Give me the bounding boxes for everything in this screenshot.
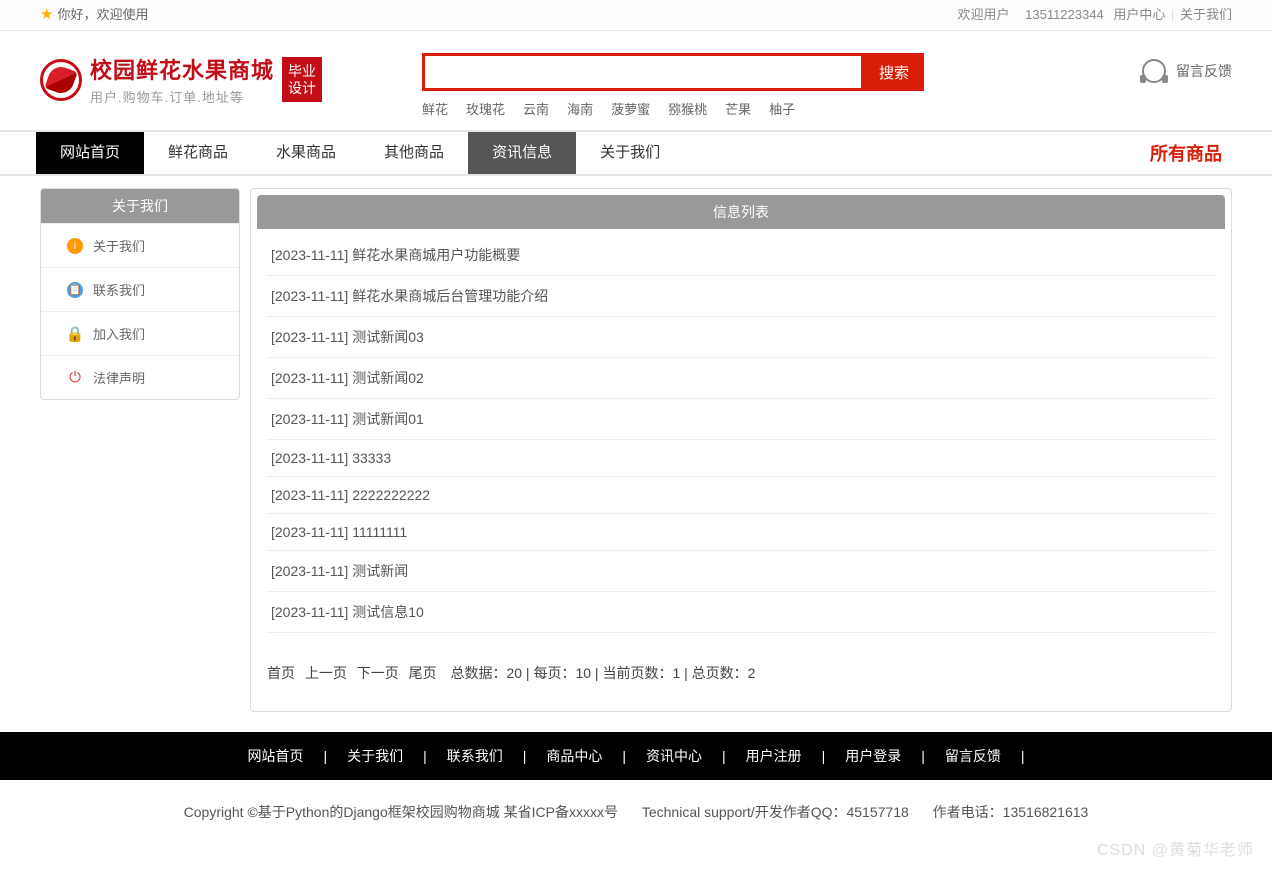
- sidebar-item-about[interactable]: i 关于我们: [41, 223, 239, 267]
- power-icon: ⏻: [67, 370, 83, 386]
- search-hint[interactable]: 鲜花: [422, 99, 448, 118]
- lock-icon: 🔒: [67, 326, 83, 342]
- list-item[interactable]: [2023-11-11] 测试新闻01: [267, 399, 1215, 440]
- search-block: 搜索 鲜花玫瑰花云南海南菠萝蜜猕猴桃芒果柚子: [422, 53, 924, 118]
- welcome-text: 你好，欢迎使用: [57, 0, 148, 30]
- pager-total: 20: [506, 665, 522, 681]
- footer-link[interactable]: 网站首页: [247, 748, 303, 764]
- search-hint[interactable]: 海南: [567, 99, 593, 118]
- search-hint[interactable]: 菠萝蜜: [611, 99, 650, 118]
- about-link[interactable]: 关于我们: [1180, 7, 1232, 22]
- pager-pages: 2: [748, 665, 756, 681]
- feedback-label: 留言反馈: [1176, 61, 1232, 81]
- pagination: 首页 上一页 下一页 尾页 总数据：20 | 每页：10 | 当前页数：1 | …: [251, 633, 1231, 691]
- sidebar-item-label: 联系我们: [93, 280, 145, 299]
- sidebar-item-contact[interactable]: 📋 联系我们: [41, 267, 239, 311]
- content-panel: 信息列表 [2023-11-11] 鲜花水果商城用户功能概要[2023-11-1…: [250, 188, 1232, 712]
- user-label: 欢迎用户: [951, 7, 1015, 22]
- info-icon: i: [67, 238, 83, 254]
- clipboard-icon: 📋: [67, 282, 83, 298]
- sidebar: 关于我们 i 关于我们 📋 联系我们 🔒 加入我们 ⏻ 法律声明: [40, 188, 240, 400]
- pager-prev[interactable]: 上一页: [305, 665, 347, 681]
- list-item[interactable]: [2023-11-11] 鲜花水果商城后台管理功能介绍: [267, 276, 1215, 317]
- footer-link[interactable]: 联系我们: [447, 748, 503, 764]
- search-hint[interactable]: 猕猴桃: [668, 99, 707, 118]
- search-hints: 鲜花玫瑰花云南海南菠萝蜜猕猴桃芒果柚子: [422, 99, 924, 118]
- footer-nav: 网站首页|关于我们|联系我们|商品中心|资讯中心|用户注册|用户登录|留言反馈|: [0, 732, 1272, 780]
- star-icon: ★: [40, 0, 53, 30]
- search-button[interactable]: 搜索: [864, 53, 924, 91]
- site-title: 校园鲜花水果商城: [90, 53, 274, 85]
- pager-next[interactable]: 下一页: [357, 665, 399, 681]
- footer-info: Copyright ©基于Python的Django框架校园购物商城 某省ICP…: [0, 780, 1272, 844]
- footer-link[interactable]: 关于我们: [347, 748, 403, 764]
- list-item[interactable]: [2023-11-11] 测试新闻: [267, 551, 1215, 592]
- search-hint[interactable]: 云南: [523, 99, 549, 118]
- footer-link[interactable]: 用户登录: [845, 748, 901, 764]
- list-item[interactable]: [2023-11-11] 测试新闻02: [267, 358, 1215, 399]
- nav-item[interactable]: 其他商品: [360, 132, 468, 174]
- author-phone: 作者电话：13516821613: [933, 804, 1089, 820]
- nav-item[interactable]: 资讯信息: [468, 132, 576, 174]
- nav-item[interactable]: 水果商品: [252, 132, 360, 174]
- site-subtitle: 用户.购物车.订单.地址等: [90, 87, 274, 106]
- headset-icon: [1142, 59, 1166, 83]
- sidebar-item-join[interactable]: 🔒 加入我们: [41, 311, 239, 355]
- list-item[interactable]: [2023-11-11] 11111111: [267, 514, 1215, 551]
- sidebar-title: 关于我们: [41, 189, 239, 223]
- sidebar-item-label: 关于我们: [93, 236, 145, 255]
- user-center-link[interactable]: 用户中心: [1113, 7, 1165, 22]
- header: 校园鲜花水果商城 用户.购物车.订单.地址等 毕业 设计 搜索 鲜花玫瑰花云南海…: [36, 31, 1236, 130]
- main-nav: 网站首页鲜花商品水果商品其他商品资讯信息关于我们 所有商品: [0, 130, 1272, 176]
- sidebar-item-legal[interactable]: ⏻ 法律声明: [41, 355, 239, 399]
- all-products-link[interactable]: 所有商品: [1150, 140, 1236, 166]
- footer-link[interactable]: 用户注册: [746, 748, 802, 764]
- main: 关于我们 i 关于我们 📋 联系我们 🔒 加入我们 ⏻ 法律声明 信息列表 [2…: [36, 188, 1236, 712]
- pager-first[interactable]: 首页: [267, 665, 295, 681]
- search-hint[interactable]: 玫瑰花: [466, 99, 505, 118]
- user-phone: 13511223344: [1019, 7, 1110, 22]
- pager-per: 10: [575, 665, 591, 681]
- news-list: [2023-11-11] 鲜花水果商城用户功能概要[2023-11-11] 鲜花…: [251, 229, 1231, 633]
- search-hint[interactable]: 柚子: [769, 99, 795, 118]
- tech-support: Technical support/开发作者QQ：45157718: [642, 804, 909, 820]
- search-hint[interactable]: 芒果: [725, 99, 751, 118]
- topbar: ★ 你好，欢迎使用 欢迎用户 13511223344 用户中心 | 关于我们: [0, 0, 1272, 31]
- feedback-block[interactable]: 留言反馈: [1142, 53, 1232, 83]
- logo-block[interactable]: 校园鲜花水果商城 用户.购物车.订单.地址等 毕业 设计: [40, 53, 322, 106]
- list-item[interactable]: [2023-11-11] 鲜花水果商城用户功能概要: [267, 235, 1215, 276]
- separator: |: [1169, 7, 1176, 22]
- logo-badge: 毕业 设计: [282, 57, 322, 103]
- list-item[interactable]: [2023-11-11] 测试信息10: [267, 592, 1215, 633]
- footer-link[interactable]: 商品中心: [546, 748, 602, 764]
- nav-item[interactable]: 关于我们: [576, 132, 684, 174]
- sidebar-item-label: 加入我们: [93, 324, 145, 343]
- footer-link[interactable]: 资讯中心: [646, 748, 702, 764]
- sidebar-item-label: 法律声明: [93, 368, 145, 387]
- nav-item[interactable]: 鲜花商品: [144, 132, 252, 174]
- search-input[interactable]: [422, 53, 864, 91]
- content-title: 信息列表: [257, 195, 1225, 229]
- list-item[interactable]: [2023-11-11] 2222222222: [267, 477, 1215, 514]
- nav-item[interactable]: 网站首页: [36, 132, 144, 174]
- pager-last[interactable]: 尾页: [409, 665, 437, 681]
- logo-icon: [40, 59, 82, 101]
- list-item[interactable]: [2023-11-11] 测试新闻03: [267, 317, 1215, 358]
- list-item[interactable]: [2023-11-11] 33333: [267, 440, 1215, 477]
- footer-link[interactable]: 留言反馈: [945, 748, 1001, 764]
- copyright: Copyright ©基于Python的Django框架校园购物商城 某省ICP…: [184, 804, 618, 820]
